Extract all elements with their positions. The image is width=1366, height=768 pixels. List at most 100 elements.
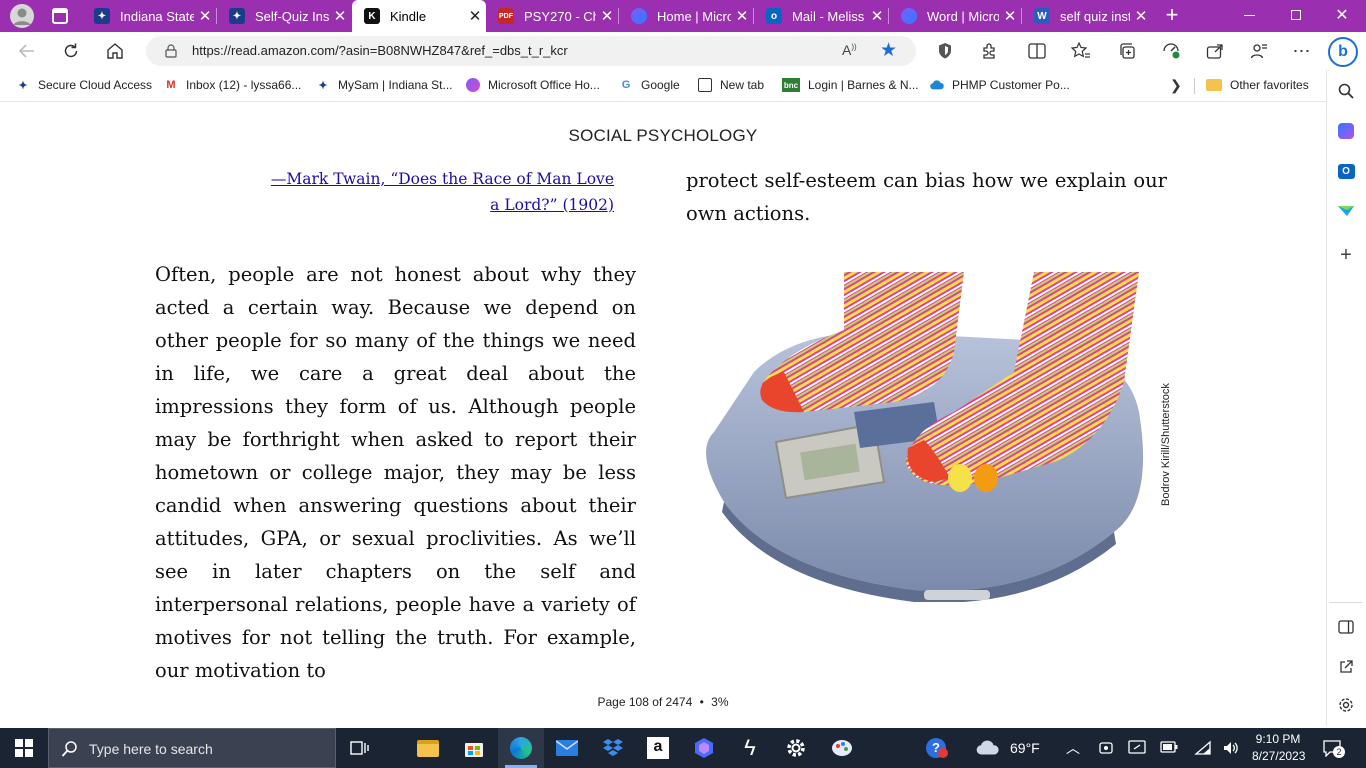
read-aloud-icon[interactable]: A)) (842, 42, 857, 58)
notifications-icon[interactable]: 2 (1322, 739, 1345, 760)
wifi-icon[interactable] (1194, 740, 1212, 759)
favorite-label: Login | Barnes & N... (808, 78, 919, 92)
performance-icon[interactable] (1156, 38, 1186, 64)
tab-label: Indiana State (120, 8, 194, 24)
favorite-label: New tab (720, 78, 765, 92)
workspaces-icon[interactable] (52, 8, 68, 24)
clock[interactable]: 9:10 PM 8/27/2023 (1252, 732, 1305, 763)
favorite-label: Microsoft Office Ho... (488, 78, 600, 92)
other-favorites[interactable]: Other favorites (1206, 78, 1309, 92)
tab-mail[interactable]: o Mail - Meliss ✕ (754, 0, 888, 32)
weather-temp[interactable]: 69°F (1010, 740, 1040, 756)
tab-word[interactable]: Word | Micro ✕ (889, 0, 1021, 32)
bnc-icon: bnc (782, 78, 800, 92)
favorite-phmp[interactable]: PHMP Customer Po... (930, 78, 1070, 92)
amazon-icon[interactable]: a (646, 736, 670, 760)
office-icon (466, 78, 480, 92)
favorite-microsoft-office[interactable]: Microsoft Office Ho... (466, 78, 600, 92)
paint-app-icon[interactable] (830, 736, 854, 760)
lightning-app-icon[interactable]: ϟ (738, 735, 762, 760)
tab-home-microsoft[interactable]: Home | Micro ✕ (619, 0, 753, 32)
taskbar-search-box[interactable]: Type here to search (48, 728, 336, 768)
chevron-right-icon[interactable]: ❯ (1170, 77, 1182, 94)
favorite-secure-cloud[interactable]: ✦ Secure Cloud Access (16, 78, 152, 92)
sidebar-settings-icon[interactable] (1335, 694, 1357, 716)
favorite-inbox[interactable]: M Inbox (12) - lyssa66... (164, 78, 301, 92)
add-app-icon[interactable]: + (1335, 244, 1357, 266)
restore-button[interactable] (1291, 10, 1301, 20)
split-screen-icon[interactable] (1022, 38, 1052, 64)
favorite-mysam[interactable]: ✦ MySam | Indiana St... (316, 78, 452, 92)
outlook-icon[interactable]: O (1335, 160, 1357, 182)
refresh-button[interactable] (56, 38, 86, 64)
google-icon: G (621, 79, 631, 91)
file-explorer-icon[interactable] (416, 736, 440, 760)
settings-gear-icon[interactable] (784, 736, 808, 760)
photo-credit-text: Bodrov Kirill/Shutterstock (1160, 383, 1172, 506)
copilot-icon (631, 8, 647, 24)
settings-more-icon[interactable]: ⋯ (1287, 38, 1317, 64)
pdf-icon: PDF (498, 8, 514, 24)
favorite-new-tab[interactable]: New tab (698, 78, 764, 92)
task-view-icon[interactable] (348, 736, 372, 760)
favorites-bar: ✦ Secure Cloud Access M Inbox (12) - lys… (0, 70, 1326, 102)
help-alert-icon[interactable]: ? (924, 736, 948, 760)
left-column-text: Often, people are not honest about why t… (155, 263, 636, 682)
address-bar[interactable]: https://read.amazon.com/?asin=B08NWHZ847… (146, 36, 916, 66)
close-window-button[interactable]: ✕ (1332, 6, 1352, 26)
tab-self-quiz[interactable]: ✦ Self-Quiz Ins ✕ (217, 0, 351, 32)
microsoft-store-icon[interactable] (462, 736, 486, 760)
bing-copilot-icon[interactable]: b (1328, 37, 1358, 67)
display-icon[interactable] (1128, 740, 1146, 759)
copilot-taskbar-icon[interactable] (692, 736, 716, 760)
dropbox-icon[interactable] (601, 736, 625, 760)
lock-icon[interactable] (164, 44, 178, 58)
tab-indiana-state[interactable]: ✦ Indiana State ✕ (82, 0, 216, 32)
close-tab-icon[interactable]: ✕ (999, 7, 1021, 25)
page-number: Page 108 of 2474 (597, 695, 693, 709)
start-button[interactable] (12, 736, 36, 760)
extensions-icon[interactable] (974, 38, 1004, 64)
collections-icon[interactable] (1112, 38, 1142, 64)
meet-now-icon[interactable] (1098, 740, 1114, 759)
battery-icon[interactable] (1160, 741, 1178, 756)
close-tab-icon[interactable]: ✕ (596, 7, 618, 25)
share-icon[interactable] (1200, 38, 1230, 64)
copilot-sidebar-icon[interactable] (1335, 120, 1357, 142)
edge-icon[interactable] (509, 736, 533, 760)
home-icon (107, 43, 123, 59)
search-icon[interactable] (1335, 80, 1357, 102)
weather-cloud-icon[interactable] (976, 736, 1000, 760)
favorite-star-icon[interactable]: ★ (880, 39, 897, 62)
drop-icon[interactable] (1335, 200, 1357, 222)
favorite-barnes-noble[interactable]: bnc Login | Barnes & N... (782, 78, 919, 92)
close-tab-icon[interactable]: ✕ (194, 7, 216, 25)
home-button[interactable] (100, 38, 130, 64)
close-tab-icon[interactable]: ✕ (731, 7, 753, 25)
quote-attribution-link[interactable]: —Mark Twain, “Does the Race of Man Love … (271, 170, 614, 214)
close-tab-icon[interactable]: ✕ (1130, 7, 1152, 25)
hide-sidebar-icon[interactable] (1335, 616, 1357, 638)
browser-essentials-icon[interactable] (930, 38, 960, 64)
profile-sync-icon[interactable] (1244, 38, 1274, 64)
tab-self-quiz-instr[interactable]: W self quiz instr ✕ (1022, 0, 1152, 32)
minimize-button[interactable] (1244, 15, 1255, 16)
quote-attribution[interactable]: —Mark Twain, “Does the Race of Man Love … (262, 166, 614, 218)
new-tab-button[interactable]: + (1160, 3, 1184, 27)
close-tab-icon[interactable]: ✕ (464, 7, 486, 25)
tab-psy270[interactable]: PDF PSY270 - Cha ✕ (486, 0, 618, 32)
close-tab-icon[interactable]: ✕ (329, 7, 351, 25)
kindle-reader[interactable]: SOCIAL PSYCHOLOGY —Mark Twain, “Does the… (0, 102, 1326, 726)
close-tab-icon[interactable]: ✕ (866, 7, 888, 25)
favorite-google[interactable]: G Google (619, 78, 680, 92)
profile-avatar-icon[interactable] (10, 4, 34, 28)
address-url[interactable]: https://read.amazon.com/?asin=B08NWHZ847… (192, 43, 568, 58)
mail-icon[interactable] (555, 736, 579, 760)
volume-icon[interactable] (1222, 740, 1240, 759)
tab-kindle[interactable]: K Kindle ✕ (352, 0, 486, 32)
back-button[interactable] (12, 38, 42, 64)
tab-label: Word | Micro (927, 8, 999, 24)
favorites-icon[interactable] (1066, 38, 1096, 64)
chevron-up-icon[interactable]: ︿ (1066, 738, 1080, 758)
open-external-icon[interactable] (1335, 656, 1357, 678)
